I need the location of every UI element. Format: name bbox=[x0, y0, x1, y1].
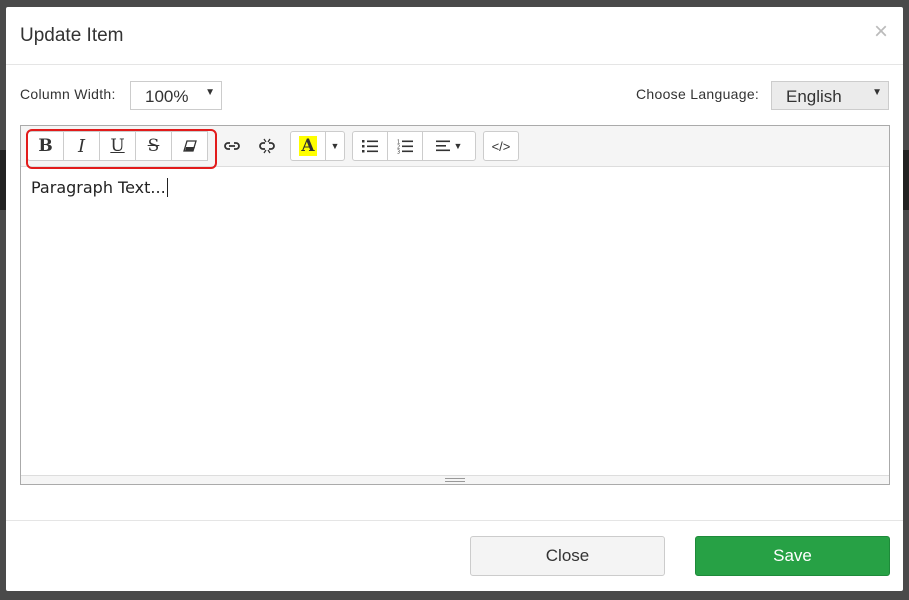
color-group: A ▼ bbox=[290, 131, 345, 161]
save-button[interactable]: Save bbox=[695, 536, 890, 576]
svg-text:3: 3 bbox=[397, 149, 400, 154]
chevron-down-icon: ▼ bbox=[330, 141, 340, 151]
ordered-list-button[interactable]: 1 2 3 bbox=[387, 131, 423, 161]
bold-button[interactable]: B bbox=[27, 131, 64, 161]
close-icon[interactable]: × bbox=[874, 20, 888, 44]
backdrop-strip bbox=[903, 150, 909, 210]
strikethrough-button[interactable]: S bbox=[135, 131, 172, 161]
resize-grip-icon[interactable] bbox=[445, 478, 465, 482]
language-label: Choose Language: bbox=[636, 86, 760, 102]
code-view-button[interactable]: </> bbox=[483, 131, 519, 161]
unlink-button[interactable] bbox=[249, 131, 285, 161]
code-group: </> bbox=[483, 131, 519, 161]
chevron-down-icon: ▼ bbox=[453, 141, 463, 151]
language-select[interactable]: English ▼ bbox=[771, 81, 889, 110]
dialog-title: Update Item bbox=[20, 25, 124, 46]
list-group: 1 2 3 ▼ bbox=[352, 131, 476, 161]
color-dropdown-button[interactable]: ▼ bbox=[325, 131, 345, 161]
editor-content[interactable]: Paragraph Text... bbox=[31, 178, 168, 197]
dialog-header: Update Item × bbox=[6, 7, 903, 65]
text-cursor bbox=[166, 178, 168, 197]
column-width-select[interactable]: 100% ▼ bbox=[130, 81, 222, 110]
align-left-icon bbox=[435, 140, 450, 152]
paragraph-text: Paragraph Text... bbox=[31, 178, 166, 197]
link-button[interactable] bbox=[214, 131, 250, 161]
italic-icon: I bbox=[77, 135, 86, 157]
link-icon bbox=[224, 142, 240, 150]
column-width-value: 100% bbox=[145, 87, 189, 106]
editor-resize-bar[interactable] bbox=[21, 475, 889, 484]
clear-format-button[interactable] bbox=[171, 131, 208, 161]
strikethrough-icon: S bbox=[147, 136, 160, 156]
column-width-label: Column Width: bbox=[20, 86, 116, 102]
editor-toolbar: B I U S A ▼ 1 2 3 ▼ </> bbox=[21, 126, 889, 169]
close-button[interactable]: Close bbox=[470, 536, 665, 576]
numbered-list-icon: 1 2 3 bbox=[397, 139, 413, 154]
bullet-list-icon bbox=[362, 140, 378, 153]
underline-button[interactable]: U bbox=[99, 131, 136, 161]
rich-text-editor: B I U S A ▼ 1 2 3 ▼ </> Paragraph Text..… bbox=[20, 125, 890, 485]
code-icon: </> bbox=[491, 138, 511, 154]
italic-button[interactable]: I bbox=[63, 131, 100, 161]
eraser-icon bbox=[182, 140, 197, 152]
chevron-down-icon: ▼ bbox=[872, 87, 882, 98]
bold-icon: B bbox=[38, 136, 53, 156]
language-value: English bbox=[786, 87, 842, 106]
font-style-group: B I U S bbox=[26, 129, 217, 169]
text-color-button[interactable]: A bbox=[290, 131, 326, 161]
align-button[interactable]: ▼ bbox=[422, 131, 476, 161]
unordered-list-button[interactable] bbox=[352, 131, 388, 161]
link-group bbox=[214, 131, 285, 161]
chevron-down-icon: ▼ bbox=[205, 87, 215, 98]
update-item-dialog: Update Item × Column Width: 100% ▼ Choos… bbox=[6, 7, 903, 591]
unlink-icon bbox=[259, 138, 275, 154]
underline-icon: U bbox=[110, 136, 125, 156]
highlight-a-icon: A bbox=[299, 136, 317, 156]
footer-divider bbox=[6, 520, 903, 521]
